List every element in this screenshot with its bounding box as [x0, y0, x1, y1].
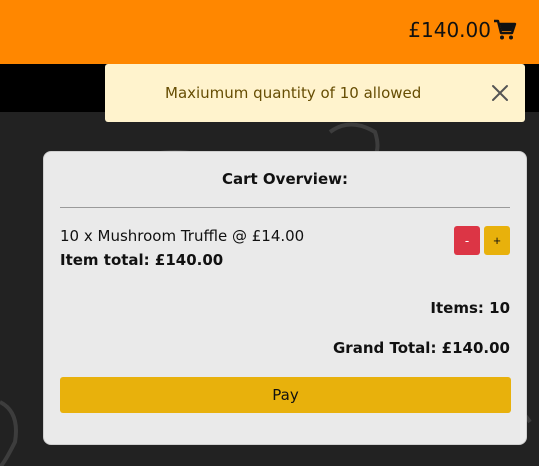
divider — [60, 207, 510, 208]
items-count: Items: 10 — [430, 299, 510, 317]
grand-total: Grand Total: £140.00 — [333, 339, 510, 357]
pay-button[interactable]: Pay — [60, 377, 511, 413]
top-bar: £140.00 — [0, 0, 539, 64]
shopping-cart-icon[interactable] — [493, 19, 517, 41]
cart-summary[interactable]: £140.00 — [408, 18, 517, 42]
cart-line-item: 10 x Mushroom Truffle @ £14.00 — [60, 227, 305, 245]
decrease-quantity-button[interactable]: - — [454, 226, 480, 255]
close-icon[interactable] — [489, 82, 511, 104]
item-total: Item total: £140.00 — [60, 251, 224, 269]
cart-total-label: £140.00 — [408, 18, 491, 42]
max-quantity-toast: Maxiumum quantity of 10 allowed — [105, 64, 525, 122]
toast-message: Maxiumum quantity of 10 allowed — [165, 84, 422, 102]
increase-quantity-button[interactable]: + — [484, 226, 510, 255]
cart-overview-card: Cart Overview: 10 x Mushroom Truffle @ £… — [43, 151, 527, 445]
cart-title: Cart Overview: — [222, 170, 348, 188]
